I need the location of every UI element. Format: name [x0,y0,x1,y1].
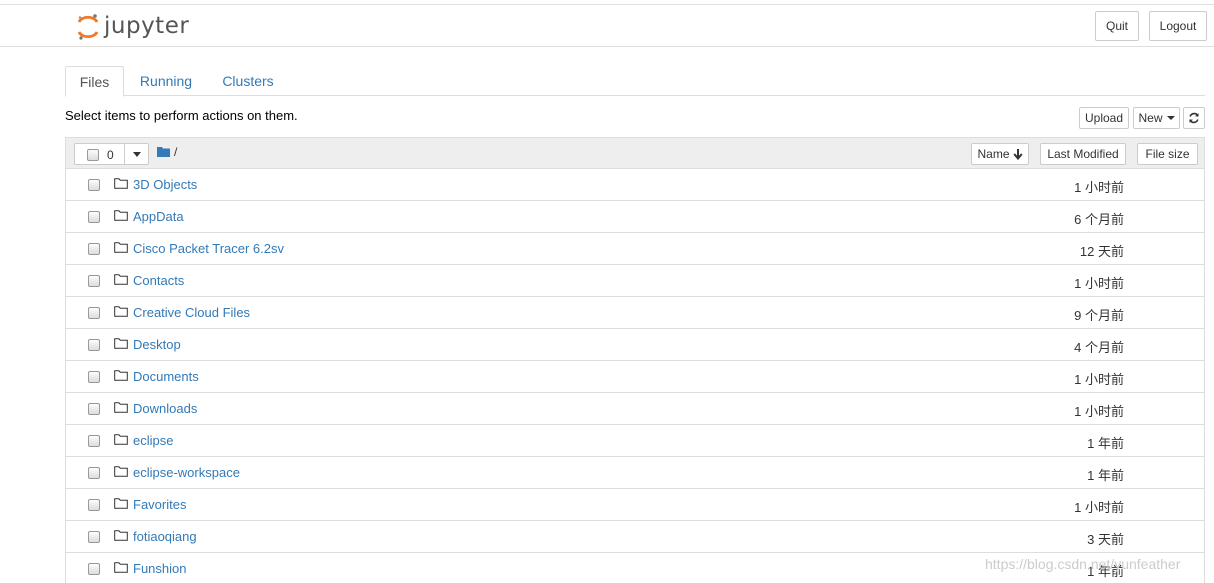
list-item[interactable]: fotiaoqiang 3 天前 [65,521,1205,553]
select-all-dropdown[interactable]: 0 [74,143,149,165]
folder-icon [114,306,128,317]
list-item[interactable]: Downloads 1 小时前 [65,393,1205,425]
item-last-modified: 12 天前 [1079,244,1124,259]
folder-icon [114,370,128,381]
list-item[interactable]: eclipse-workspace 1 年前 [65,457,1205,489]
item-checkbox[interactable] [88,179,100,191]
folder-icon [114,210,128,221]
new-dropdown-button[interactable]: New [1133,107,1180,129]
item-last-modified: 1 小时前 [1074,404,1124,419]
quit-button[interactable]: Quit [1095,11,1139,41]
folder-icon [114,402,128,413]
folder-icon [114,242,128,253]
folder-icon [114,434,128,445]
jupyter-logo[interactable]: jupyter [76,11,189,43]
item-checkbox[interactable] [88,275,100,287]
jupyter-logo-icon [77,14,99,40]
caret-down-icon[interactable] [133,152,141,157]
header-bar: jupyter Quit Logout [0,5,1214,47]
item-name-link[interactable]: 3D Objects [133,177,197,192]
item-checkbox[interactable] [88,403,100,415]
tab-clusters[interactable]: Clusters [215,66,281,96]
sort-last-modified-button[interactable]: Last Modified [1040,143,1126,165]
item-checkbox[interactable] [88,371,100,383]
list-item[interactable]: Cisco Packet Tracer 6.2sv 12 天前 [65,233,1205,265]
item-last-modified: 1 小时前 [1074,500,1124,515]
item-last-modified: 9 个月前 [1074,308,1124,323]
sort-name-button[interactable]: Name [971,143,1029,165]
list-item[interactable]: AppData 6 个月前 [65,201,1205,233]
folder-icon [114,338,128,349]
item-name-link[interactable]: eclipse-workspace [133,465,240,480]
watermark: https://blog.csdn.net/yunfeather [985,556,1181,572]
item-last-modified: 1 年前 [1087,468,1124,483]
list-item[interactable]: Documents 1 小时前 [65,361,1205,393]
folder-icon [114,466,128,477]
list-item[interactable]: Creative Cloud Files 9 个月前 [65,297,1205,329]
item-checkbox[interactable] [88,467,100,479]
new-label: New [1138,111,1163,125]
folder-icon [114,498,128,509]
item-last-modified: 1 年前 [1087,436,1124,451]
item-checkbox[interactable] [88,531,100,543]
item-name-link[interactable]: Contacts [133,273,184,288]
folder-icon[interactable] [157,146,170,157]
caret-down-icon [1166,116,1175,120]
item-checkbox[interactable] [88,435,100,447]
list-item[interactable]: Favorites 1 小时前 [65,489,1205,521]
folder-icon [114,274,128,285]
item-name-link[interactable]: Downloads [133,401,197,416]
logout-button[interactable]: Logout [1149,11,1207,41]
list-item[interactable]: eclipse 1 年前 [65,425,1205,457]
item-last-modified: 1 小时前 [1074,276,1124,291]
arrow-down-icon [1012,148,1023,160]
item-checkbox[interactable] [88,211,100,223]
folder-icon [114,178,128,189]
list-item[interactable]: Desktop 4 个月前 [65,329,1205,361]
refresh-button[interactable] [1183,107,1205,129]
item-name-link[interactable]: Cisco Packet Tracer 6.2sv [133,241,284,256]
list-item[interactable]: 3D Objects 1 小时前 [65,169,1205,201]
tab-bar: Files Running Clusters [65,66,1205,97]
name-label: Name [977,147,1010,161]
select-instructions: Select items to perform actions on them. [65,108,298,123]
item-name-link[interactable]: Funshion [133,561,186,576]
upload-button[interactable]: Upload [1079,107,1129,129]
item-name-link[interactable]: eclipse [133,433,173,448]
item-name-link[interactable]: Desktop [133,337,181,352]
item-checkbox[interactable] [88,307,100,319]
item-checkbox[interactable] [88,563,100,575]
item-name-link[interactable]: AppData [133,209,184,224]
dropdown-divider [124,144,125,164]
item-last-modified: 6 个月前 [1074,212,1124,227]
item-checkbox[interactable] [88,243,100,255]
select-all-checkbox[interactable] [87,149,99,161]
item-name-link[interactable]: fotiaoqiang [133,529,197,544]
selected-count: 0 [107,148,114,162]
tab-files[interactable]: Files [65,66,124,97]
item-last-modified: 1 小时前 [1074,180,1124,195]
item-last-modified: 4 个月前 [1074,340,1124,355]
file-list-header: 0 / Name Last Modified File size [65,137,1205,169]
item-name-link[interactable]: Documents [133,369,199,384]
list-item[interactable]: Contacts 1 小时前 [65,265,1205,297]
refresh-icon [1189,112,1199,124]
item-name-link[interactable]: Favorites [133,497,186,512]
item-name-link[interactable]: Creative Cloud Files [133,305,250,320]
sort-file-size-button[interactable]: File size [1137,143,1198,165]
logo-text: jupyter [104,13,190,39]
breadcrumb-root[interactable]: / [174,145,177,159]
file-list: 3D Objects 1 小时前 AppData 6 个月前 Cisco Packet … [65,169,1205,583]
item-last-modified: 3 天前 [1087,532,1124,547]
item-last-modified: 1 小时前 [1074,372,1124,387]
folder-icon [114,562,128,573]
item-checkbox[interactable] [88,339,100,351]
tab-running[interactable]: Running [133,66,199,96]
item-checkbox[interactable] [88,499,100,511]
folder-icon [114,530,128,541]
